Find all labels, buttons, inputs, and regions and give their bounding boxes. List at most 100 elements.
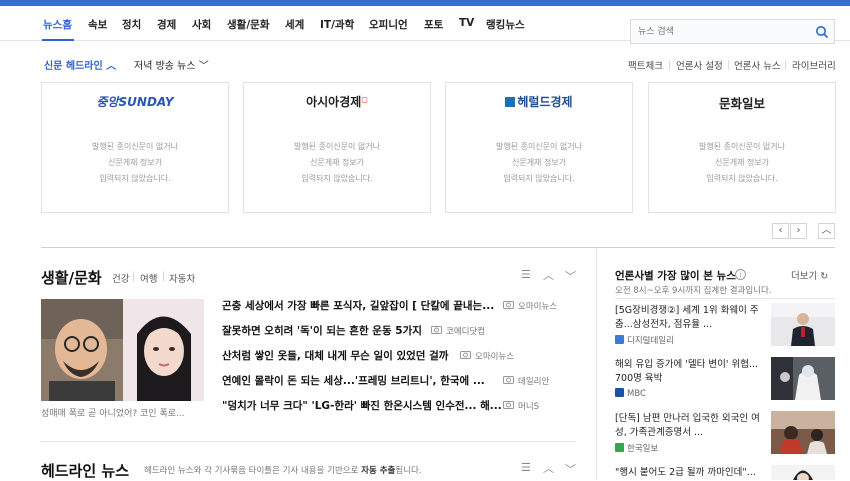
ranking-article-title[interactable]: [5G장비경쟁②] 세계 1위 화웨이 주춤...삼성전자, 점유율 ... [615,304,765,332]
article-source[interactable]: 오마이뉴스 [518,300,557,312]
chevron-up-icon[interactable]: ︿ [543,267,554,283]
article-source[interactable]: 오마이뉴스 [475,350,514,362]
nav-item-world[interactable]: 세계 [285,17,304,32]
article-title[interactable]: "덩치가 너무 크다" 'LG-한라' 빠진 한온시스템 인수전... 해... [222,398,502,413]
paper-card-joongang-sunday[interactable]: 중앙SUNDAY 발행된 종이신문이 없거나 신문게재 정보가 입력되지 않았습니다… [41,82,229,213]
nav-item-breaking[interactable]: 속보 [88,17,107,32]
paper-card-asia-economy[interactable]: 아시아경제◻ 발행된 종이신문이 없거나 신문게재 정보가 입력되지 않았습니다. [243,82,431,213]
thumbnail-image [771,303,835,346]
ranking-subtitle: 오전 8시~오후 9시까지 집계한 결과입니다. [615,286,772,296]
press-logo-icon [615,443,624,452]
thumbnail-image [771,465,835,480]
section-title-headline: 헤드라인 뉴스 [41,462,130,480]
column-divider [596,248,597,480]
camera-icon [503,401,514,409]
ranking-article-title[interactable]: [단독] 남편 만나러 입국한 외국인 여성, 가족관계증명서 ... [615,412,765,440]
section-divider [41,441,576,442]
paper-empty-message: 발행된 종이신문이 없거나 신문게재 정보가 입력되지 않았습니다. [293,142,381,183]
photo-caption[interactable]: 성매매 폭로 곧 아니었어? 코인 폭로... [41,406,185,419]
info-icon[interactable]: i [735,269,746,280]
section-title-culture[interactable]: 생활/문화 [41,267,102,288]
nav-item-tv[interactable]: TV [459,17,474,29]
nav-item-news-home[interactable]: 뉴스홈 [43,17,72,32]
nav-item-it-science[interactable]: IT/과학 [320,17,354,32]
link-press-settings[interactable]: 언론사 설정 [676,58,723,72]
paper-logo: 중앙SUNDAY [96,95,174,109]
tab-evening-broadcast[interactable]: 저녁 방송 뉴스 ﹀ [134,57,209,72]
paper-empty-message: 발행된 종이신문이 없거나 신문게재 정보가 입력되지 않았습니다. [91,142,179,183]
chevron-down-icon: ﹀ [198,61,209,72]
menu-icon[interactable]: ☰ [521,268,531,281]
paper-card-herald-economy[interactable]: 헤럴드경제 발행된 종이신문이 없거나 신문게재 정보가 입력되지 않았습니다. [445,82,633,213]
ranking-article-title[interactable]: "행시 붙어도 2급 될까 까마인데"... [615,466,765,480]
ranking-thumbnail[interactable] [771,465,835,480]
ranking-thumbnail[interactable] [771,303,835,346]
link-press-news[interactable]: 언론사 뉴스 [734,58,781,72]
article-title[interactable]: 산처럼 쌓인 옷들, 대체 내게 무슨 일이 있었던 걸까 [222,348,448,363]
chevron-down-icon[interactable]: ﹀ [565,461,576,477]
chevron-up-icon: ︿ [106,61,117,72]
article-title[interactable]: 곤충 세상에서 가장 빠른 포식자, 길앞잡이 [ 단칼에 끝내는... [222,298,494,313]
thumbnail-image [771,357,835,400]
ranking-thumbnail[interactable] [771,357,835,400]
divider: | [162,271,166,282]
link-library[interactable]: 라이브러리 [792,58,836,72]
press-logo-icon [615,335,624,344]
divider [728,60,729,70]
article-source[interactable]: 데일리안 [518,375,549,387]
paper-empty-message: 발행된 종이신문이 없거나 신문게재 정보가 입력되지 않았습니다. [698,142,786,183]
camera-icon [503,376,514,384]
photo-image [41,299,204,401]
camera-icon [460,351,471,359]
nav-item-photo[interactable]: 포토 [424,17,443,32]
section-divider [41,247,835,248]
culture-main-photo[interactable] [41,299,204,401]
ranking-press[interactable]: MBC [615,388,646,399]
tab-newspaper-headline[interactable]: 신문 헤드라인 ︿ [44,57,116,72]
nav-item-politics[interactable]: 정치 [122,17,141,32]
chevron-up-icon[interactable]: ︿ [543,460,554,476]
divider [669,60,670,70]
menu-icon[interactable]: ☰ [521,461,531,474]
article-source[interactable]: 코메디닷컴 [446,325,485,337]
article-title[interactable]: 잘못하면 오히려 '독'이 되는 흔한 운동 5가지 [222,323,422,338]
paper-empty-message: 발행된 종이신문이 없거나 신문게재 정보가 입력되지 않았습니다. [495,142,583,183]
divider [615,298,835,299]
camera-icon [431,326,442,334]
paper-card-munhwa-ilbo[interactable]: 문화일보 발행된 종이신문이 없거나 신문게재 정보가 입력되지 않았습니다. [648,82,836,213]
ranking-article-title[interactable]: 해외 유입 증가에 '델타 변이' 위협... 700명 육박 [615,358,765,386]
nav-item-culture[interactable]: 생활/문화 [227,17,269,32]
article-title[interactable]: 연예인 몰락이 돈 되는 세상...'프레밍 브리트니', 한국에 ... [222,373,485,388]
tag-travel[interactable]: 여행 [140,271,157,285]
next-button[interactable]: › [790,223,807,239]
collapse-button[interactable]: ︿ [818,223,835,239]
nav-item-ranking[interactable]: 랭킹뉴스 [486,17,525,32]
article-source[interactable]: 머니S [518,400,539,412]
tag-car[interactable]: 자동차 [169,271,195,285]
paper-logo: 아시아경제◻ [306,95,368,109]
divider [785,60,786,70]
nav-item-opinion[interactable]: 오피니언 [369,17,408,32]
search-box [630,19,835,44]
refresh-icon: ↻ [820,271,829,282]
prev-button[interactable]: ‹ [772,223,789,239]
search-icon[interactable] [815,25,829,39]
ranking-press[interactable]: 한국일보 [615,442,658,454]
nav-active-indicator [42,39,74,41]
more-link[interactable]: 더보기 ↻ [791,268,828,282]
link-factcheck[interactable]: 팩트체크 [628,58,663,72]
logo-mark-icon [505,97,516,107]
paper-logo: 문화일보 [718,96,765,111]
ranking-thumbnail[interactable] [771,411,835,454]
headline-description: 헤드라인 뉴스와 각 기사묶음 타이틀은 기사 내용을 기반으로 자동 추출됩니… [144,466,422,476]
nav-item-economy[interactable]: 경제 [157,17,176,32]
search-input[interactable] [638,24,808,39]
chevron-down-icon[interactable]: ﹀ [565,268,576,284]
paper-logo: 헤럴드경제 [446,93,632,110]
ranking-title: 언론사별 가장 많이 본 뉴스 [615,270,736,282]
tag-health[interactable]: 건강 [112,271,129,285]
logo-mark-icon: ◻ [361,95,368,104]
main-nav: 뉴스홈 속보 정치 경제 사회 생활/문화 세계 IT/과학 오피니언 포토 T… [0,6,850,44]
ranking-press[interactable]: 디지털데일리 [615,334,674,346]
nav-item-society[interactable]: 사회 [192,17,211,32]
